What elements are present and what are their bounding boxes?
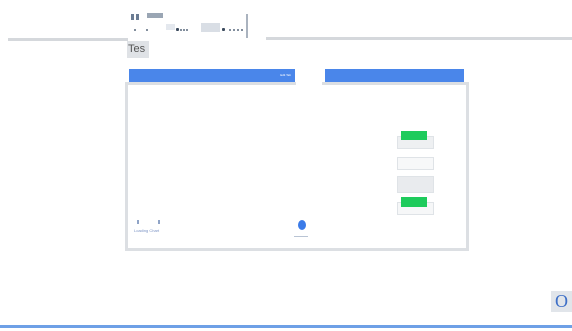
brand-wordmark[interactable]: [147, 13, 163, 18]
dot-underline: [294, 236, 308, 237]
legend-marker: [158, 220, 160, 224]
corner-button[interactable]: O: [551, 291, 572, 312]
legend-label: Loading Chart: [134, 228, 160, 233]
legend-marker: [137, 220, 139, 224]
brand-logo-bar: [136, 14, 139, 20]
nav-item[interactable]: [166, 24, 175, 30]
vertical-divider-icon: [246, 14, 248, 38]
action-button[interactable]: [397, 157, 434, 170]
card-header-right[interactable]: [325, 69, 464, 82]
header-divider: [8, 38, 128, 41]
card-gap: [296, 67, 322, 85]
success-button[interactable]: [401, 197, 427, 207]
tab-tes[interactable]: Tes: [127, 41, 149, 58]
success-button[interactable]: [401, 131, 427, 140]
card-header-left[interactable]: Edit Tab: [129, 69, 295, 82]
nav-item-active[interactable]: [201, 23, 220, 32]
footer-divider: [0, 325, 572, 328]
blue-dot-icon[interactable]: [298, 220, 306, 230]
nav-links[interactable]: [130, 24, 248, 32]
header-divider: [266, 37, 572, 40]
brand-logo-bar: [131, 14, 134, 20]
action-button[interactable]: [397, 176, 434, 193]
